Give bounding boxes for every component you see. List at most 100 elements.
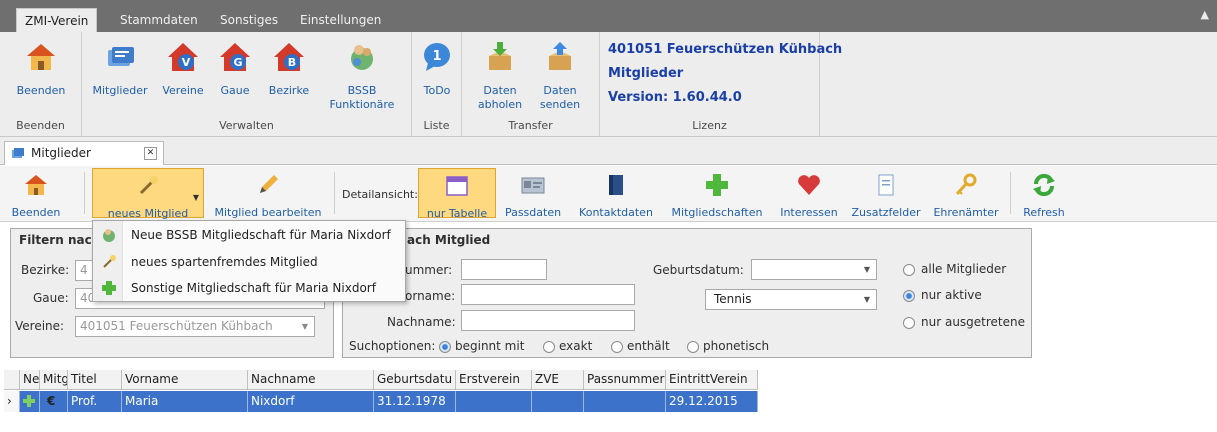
cell-zve[interactable] (532, 391, 584, 412)
col-header-passnummer[interactable]: Passnummer (584, 370, 666, 390)
interessen-button[interactable]: Interessen (774, 168, 844, 219)
plus-icon (102, 281, 116, 295)
nachname-input[interactable] (461, 310, 635, 331)
separator (334, 172, 335, 214)
cards-icon (108, 47, 134, 66)
sparte-select[interactable]: Tennis ▼ (705, 289, 877, 310)
nur-tabelle-button[interactable]: nur Tabelle (418, 168, 496, 220)
menu-item-neue-bssb[interactable]: Neue BSSB Mitgliedschaft für Maria Nixdo… (93, 222, 405, 248)
neues-mitglied-label: neues Mitglied (107, 207, 189, 220)
group-label-verwalten: Verwalten (219, 119, 274, 132)
col-header-zve[interactable]: ZVE (532, 370, 584, 390)
home-icon (27, 44, 55, 70)
svg-text:G: G (233, 56, 242, 69)
bezirke-label: Bezirke: (21, 263, 70, 277)
cell-titel[interactable]: Prof. (68, 391, 122, 412)
gaue-label: Gaue (220, 84, 250, 97)
members-table: Neu Mitg Titel Vorname Nachname Geburtsd… (4, 370, 758, 414)
nummer-input[interactable] (461, 259, 547, 280)
col-header-eintrittverein[interactable]: EintrittVerein (666, 370, 758, 390)
funktionaere-label: Funktionäre (329, 98, 395, 111)
home-icon (25, 175, 47, 195)
table-row[interactable] (20, 391, 40, 412)
vorname-input[interactable] (461, 284, 635, 305)
group-verwalten: Mitglieder V Vereine G Gaue B Bezirke BS… (82, 32, 412, 136)
col-header-neu[interactable]: Neu (20, 370, 40, 390)
close-tab-icon[interactable]: ✕ (144, 147, 157, 160)
cards-icon (12, 148, 24, 158)
menu-item-sonstige[interactable]: Sonstige Mitgliedschaft für Maria Nixdor… (93, 275, 405, 301)
cell-vorname[interactable]: Maria (122, 391, 248, 412)
filter-member-panel: ach Mitglied ummer: orname: Nachname: Ge… (342, 228, 1032, 358)
radio-exakt[interactable] (543, 341, 555, 353)
daten-abholen-button[interactable]: Daten abholen (474, 40, 526, 112)
suchoptionen-label: Suchoptionen: (349, 339, 436, 353)
tb-beenden-button[interactable]: Beenden (6, 168, 66, 219)
radio-beginnt-mit[interactable] (439, 341, 451, 353)
tab-sonstiges[interactable]: Sonstiges (212, 8, 286, 32)
ehrenaemter-button[interactable]: Ehrenämter (928, 168, 1004, 219)
doc-tab-mitglieder[interactable]: Mitglieder ✕ (4, 141, 164, 165)
id-card-icon (521, 177, 545, 194)
todo-button[interactable]: 1 ToDo (416, 40, 458, 98)
vereine-select[interactable]: 401051 Feuerschützen Kühbach ▼ (75, 316, 315, 337)
neues-mitglied-button[interactable]: neues Mitglied ▼ (92, 168, 204, 220)
cell-erstverein[interactable] (456, 391, 532, 412)
radio-phonetisch[interactable] (687, 341, 699, 353)
top-tab-bar: ZMI-Verein Stammdaten Sonstiges Einstell… (0, 0, 1217, 32)
passdaten-button[interactable]: Passdaten (500, 168, 566, 219)
vereine-button[interactable]: V Vereine (158, 40, 208, 98)
bezirke-button[interactable]: B Bezirke (264, 40, 314, 98)
refresh-button[interactable]: Refresh (1016, 168, 1072, 219)
heart-icon (798, 175, 820, 195)
bezirke-label: Bezirke (268, 84, 310, 97)
radio-nur-ausgetretene[interactable] (903, 317, 915, 329)
col-header-nachname[interactable]: Nachname (248, 370, 374, 390)
collapse-ribbon-icon[interactable]: ▲ (1201, 8, 1209, 21)
tab-einstellungen[interactable]: Einstellungen (292, 8, 389, 32)
daten-senden-label-2: senden (539, 98, 581, 111)
svg-text:1: 1 (432, 49, 441, 64)
vereine-label: Vereine (162, 84, 204, 97)
tab-stammdaten[interactable]: Stammdaten (112, 8, 206, 32)
house-b-icon: B (274, 43, 304, 71)
group-label-beenden: Beenden (16, 119, 65, 132)
zusatzfelder-button[interactable]: Zusatzfelder (848, 168, 924, 219)
daten-senden-button[interactable]: Daten senden (534, 40, 586, 112)
mitglied-bearbeiten-button[interactable]: Mitglied bearbeiten (208, 168, 328, 219)
radio-nur-aktive[interactable] (903, 290, 915, 302)
geburtsdatum-select[interactable]: ▼ (751, 259, 877, 280)
gaue-label: Gaue: (33, 291, 69, 305)
box-download-icon (489, 42, 511, 70)
license-module: Mitglieder (608, 66, 684, 81)
menu-item-label: neues spartenfremdes Mitglied (131, 255, 318, 269)
col-header-titel[interactable]: Titel (68, 370, 122, 390)
nummer-label: ummer: (405, 263, 453, 277)
table-row[interactable]: € (40, 391, 68, 412)
euro-icon: € (47, 394, 56, 408)
globe-people-icon (351, 45, 373, 70)
todo-label: ToDo (423, 84, 451, 97)
cell-nachname[interactable]: Nixdorf (248, 391, 374, 412)
col-header-vorname[interactable]: Vorname (122, 370, 248, 390)
radio-alle-mitglieder[interactable] (903, 264, 915, 276)
radio-enthaelt[interactable] (611, 341, 623, 353)
bssb-funktionaere-button[interactable]: BSSB Funktionäre (322, 40, 402, 112)
kontaktdaten-button[interactable]: Kontaktdaten (572, 168, 660, 219)
separator (1010, 172, 1011, 214)
zusatzfelder-label: Zusatzfelder (851, 206, 921, 219)
col-header-erstverein[interactable]: Erstverein (456, 370, 532, 390)
chevron-down-icon[interactable]: ▼ (193, 191, 199, 205)
cell-eintrittverein[interactable]: 29.12.2015 (666, 391, 758, 412)
wand-icon (139, 176, 158, 195)
mitglieder-button[interactable]: Mitglieder (88, 40, 152, 98)
mitgliedschaften-button[interactable]: Mitgliedschaften (664, 168, 770, 219)
cell-geburtsdatum[interactable]: 31.12.1978 (374, 391, 456, 412)
tab-zmi-verein[interactable]: ZMI-Verein (16, 8, 98, 32)
beenden-button[interactable]: Beenden (6, 40, 76, 98)
col-header-geburtsdatum[interactable]: Geburtsdatu (374, 370, 456, 390)
col-header-mitg[interactable]: Mitg (40, 370, 68, 390)
menu-item-spartenfremd[interactable]: neues spartenfremdes Mitglied (93, 249, 405, 275)
gaue-button[interactable]: G Gaue (212, 40, 258, 98)
cell-passnummer[interactable] (584, 391, 666, 412)
